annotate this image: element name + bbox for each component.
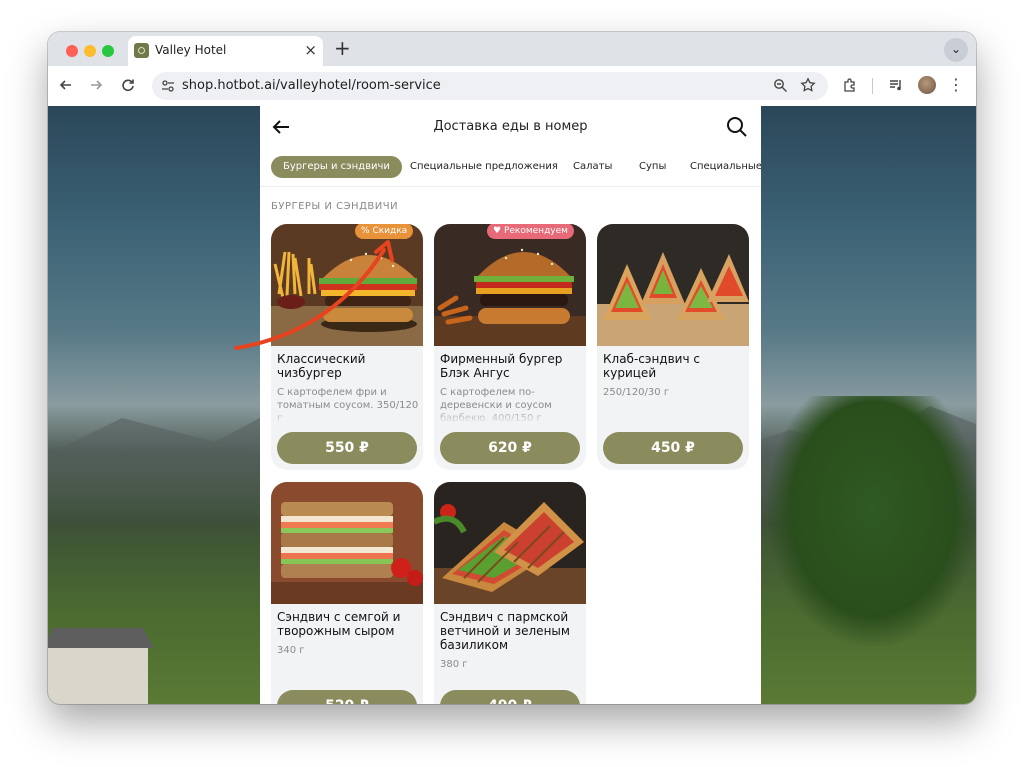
browser-window: Valley Hotel × + ⌄ shop.hotbot.ai/valley… (48, 32, 976, 704)
browser-toolbar: shop.hotbot.ai/valleyhotel/room-service … (48, 66, 976, 106)
tab-close-icon[interactable]: × (304, 41, 317, 59)
hotel-favicon-icon (134, 43, 149, 58)
site-settings-icon[interactable] (161, 78, 175, 97)
tab-search-chevron-icon[interactable]: ⌄ (944, 38, 968, 62)
page-viewport: Доставка еды в номер Бургеры и сэндвичи … (48, 106, 976, 704)
minimize-window-button[interactable] (84, 45, 96, 57)
close-window-button[interactable] (66, 45, 78, 57)
back-arrow-icon[interactable] (54, 73, 78, 97)
tab-strip: Valley Hotel × + ⌄ (48, 32, 976, 66)
reload-icon[interactable] (116, 73, 140, 97)
toolbar-divider (872, 78, 873, 94)
new-tab-icon[interactable]: + (334, 36, 351, 60)
browser-tab[interactable]: Valley Hotel × (128, 36, 323, 66)
url-text: shop.hotbot.ai/valleyhotel/room-service (182, 78, 441, 93)
extensions-icon[interactable] (838, 73, 862, 97)
tab-title: Valley Hotel (155, 43, 227, 57)
forward-arrow-icon[interactable] (84, 73, 108, 97)
media-controls-icon[interactable] (884, 73, 908, 97)
maximize-window-button[interactable] (102, 45, 114, 57)
annotation-arrow-icon (234, 240, 394, 350)
profile-avatar[interactable] (918, 76, 936, 94)
zoom-icon[interactable] (773, 78, 788, 97)
browser-menu-icon[interactable]: ⋮ (944, 73, 968, 97)
bookmark-star-icon[interactable] (800, 77, 816, 97)
address-bar[interactable]: shop.hotbot.ai/valleyhotel/room-service (152, 72, 828, 100)
